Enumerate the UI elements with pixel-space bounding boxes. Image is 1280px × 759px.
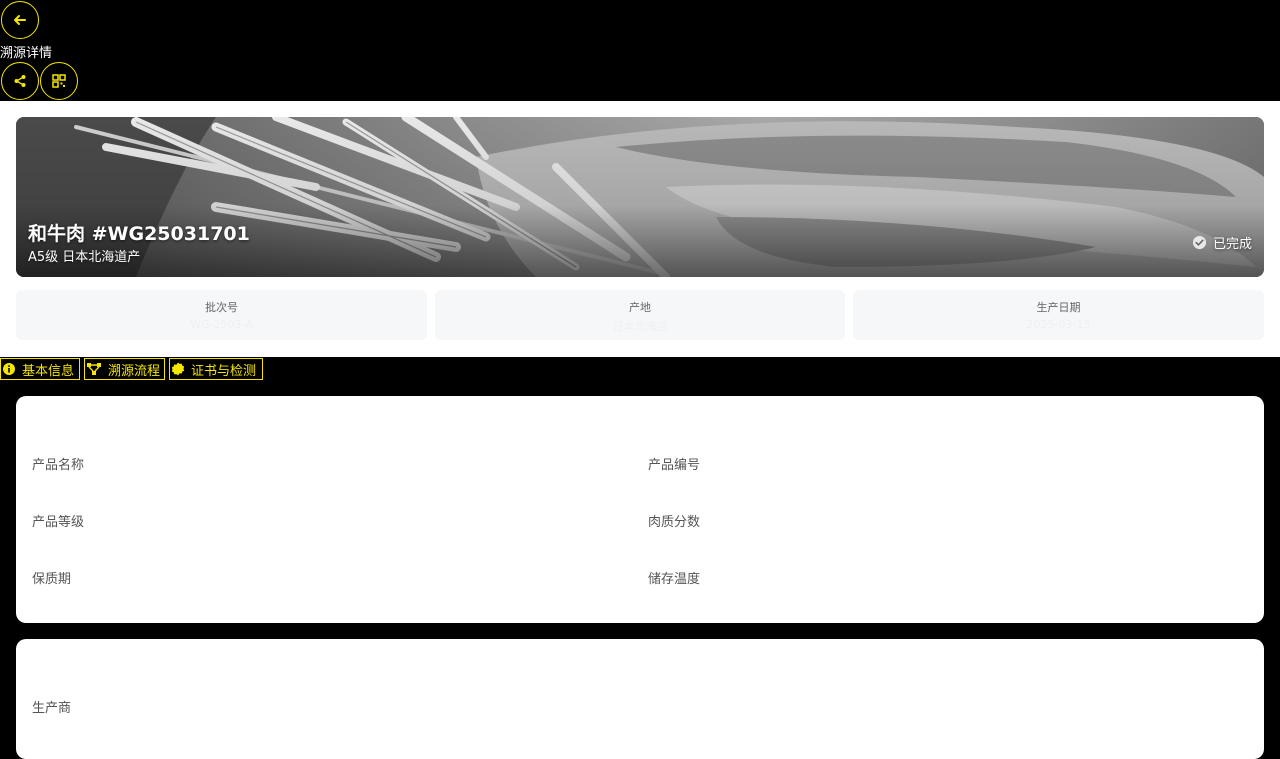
- basic-info-card: 产品名称 产品编号 产品等级 肉质分数 保质期 储存温度: [16, 396, 1264, 623]
- field-product-name: 产品名称: [32, 458, 85, 473]
- stat-origin: 产地 日本北海道: [435, 290, 845, 340]
- field-producer: 生产商: [32, 701, 72, 716]
- producer-card: 生产商: [16, 639, 1264, 759]
- page-title: 溯源详情: [0, 46, 53, 61]
- stat-production-date: 生产日期 2025-03-15: [853, 290, 1264, 340]
- info-icon: [3, 363, 15, 375]
- tab-label: 证书与检测: [191, 363, 257, 379]
- stat-batch-number: 批次号 WG-2503-A: [16, 290, 427, 340]
- back-button[interactable]: [1, 1, 39, 39]
- stat-value: WG-2503-A: [190, 318, 253, 331]
- product-hero: 和牛肉 #WG25031701 A5级 日本北海道产 已完成: [16, 117, 1264, 277]
- certificate-icon: [171, 362, 185, 376]
- tab-trace-flow[interactable]: 溯源流程: [84, 358, 165, 380]
- status-label: 已完成: [1212, 237, 1252, 252]
- share-icon: [14, 75, 26, 87]
- tab-label: 溯源流程: [108, 363, 161, 379]
- qrcode-button[interactable]: [40, 62, 78, 100]
- field-product-code: 产品编号: [648, 458, 701, 473]
- stat-value: 2025-03-15: [1026, 318, 1091, 331]
- stat-label: 批次号: [205, 301, 238, 314]
- field-storage-temperature: 储存温度: [648, 572, 701, 587]
- tab-certificates[interactable]: 证书与检测: [169, 358, 263, 380]
- flow-icon: [87, 363, 101, 375]
- stat-value: 日本北海道: [612, 320, 668, 333]
- field-marbling-score: 肉质分数: [648, 515, 701, 530]
- qrcode-icon: [52, 74, 66, 88]
- tab-basic-info[interactable]: 基本信息: [0, 358, 80, 380]
- share-button[interactable]: [1, 62, 39, 100]
- stat-label: 生产日期: [1036, 301, 1081, 314]
- stat-label: 产地: [629, 301, 651, 314]
- tab-label: 基本信息: [22, 363, 75, 379]
- arrow-left-icon: [14, 15, 26, 25]
- status-badge: 已完成: [1192, 233, 1252, 252]
- field-product-grade: 产品等级: [32, 515, 85, 530]
- product-title: 和牛肉 #WG25031701: [28, 223, 250, 245]
- product-image: [16, 117, 1264, 277]
- check-circle-icon: [1192, 235, 1207, 250]
- product-subtitle: A5级 日本北海道产: [28, 250, 141, 265]
- field-shelf-life: 保质期: [32, 572, 72, 587]
